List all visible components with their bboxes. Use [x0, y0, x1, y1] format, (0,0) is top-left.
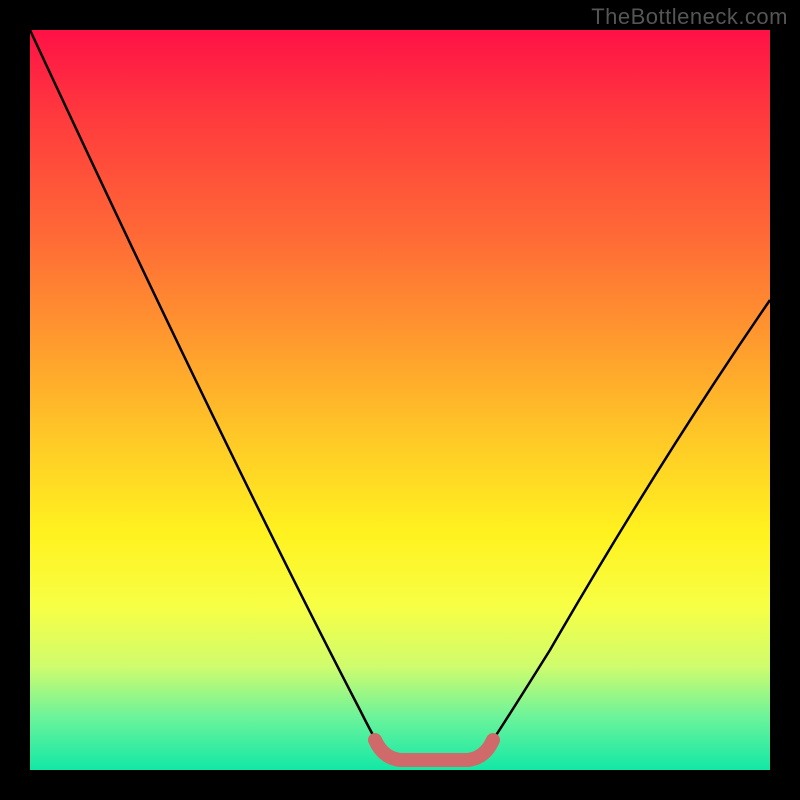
curve-left-path [30, 30, 383, 752]
watermark-text: TheBottleneck.com [591, 4, 788, 30]
chart-svg [30, 30, 770, 770]
floor-segment-path [375, 740, 493, 760]
curve-right-path [485, 300, 770, 752]
plot-area [30, 30, 770, 770]
chart-frame: TheBottleneck.com [0, 0, 800, 800]
